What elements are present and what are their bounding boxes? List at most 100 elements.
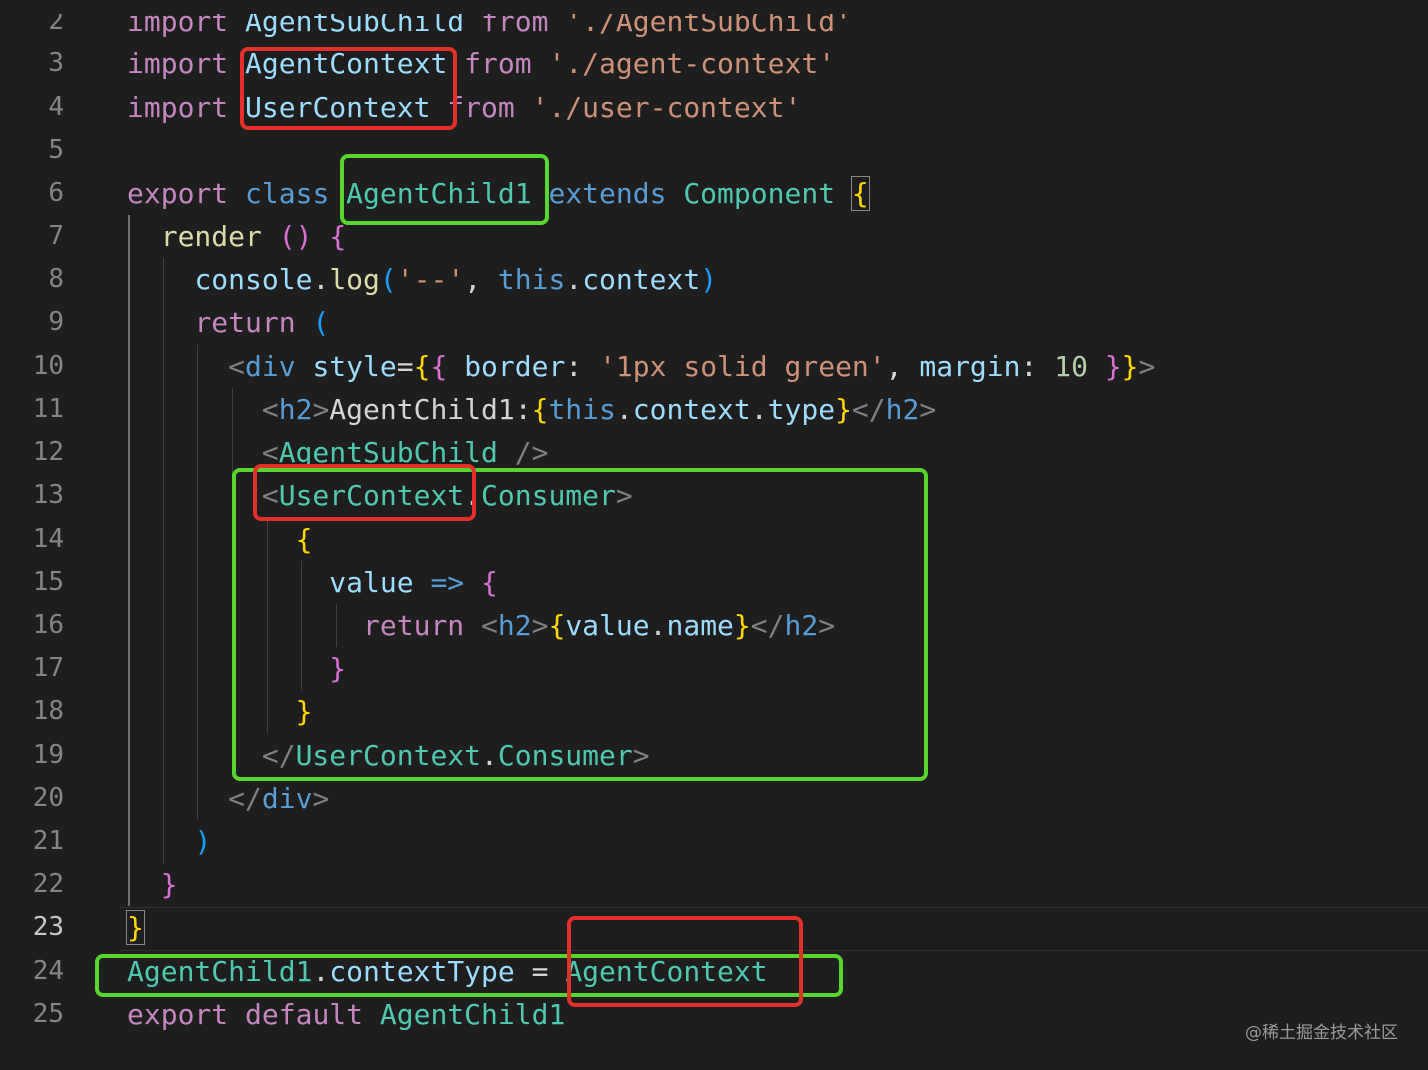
- code-token: border: [464, 350, 566, 383]
- top-bar: [0, 0, 1428, 14]
- code-line: return (: [127, 301, 329, 344]
- code-token: .: [750, 393, 768, 426]
- code-token: 10: [1054, 350, 1088, 383]
- code-line: export default AgentChild1: [127, 993, 565, 1036]
- code-token: <: [228, 350, 246, 383]
- code-token: Component: [683, 177, 836, 210]
- code-line: }: [127, 863, 178, 906]
- code-token: {: [430, 350, 448, 383]
- code-line: </div>: [127, 777, 329, 820]
- line-number: 8: [48, 264, 64, 294]
- code-token: :: [1020, 350, 1055, 383]
- code-token: .: [312, 263, 330, 296]
- code-token: (): [278, 220, 313, 253]
- code-token: </: [228, 782, 262, 815]
- code-line: import AgentContext from './agent-contex…: [127, 42, 835, 85]
- red-highlight-box: [567, 916, 803, 1007]
- line-number: 13: [32, 480, 64, 510]
- code-token: export: [127, 998, 246, 1031]
- code-line: <div style={{ border: '1px solid green',…: [127, 345, 1155, 388]
- code-token: type: [767, 393, 836, 426]
- line-number: 15: [32, 567, 64, 597]
- code-token: }: [1104, 350, 1122, 383]
- code-token: =: [396, 350, 414, 383]
- line-number: 12: [32, 437, 64, 467]
- code-token: return: [194, 306, 296, 339]
- code-token: from: [447, 47, 549, 80]
- code-token: style: [312, 350, 397, 383]
- red-highlight-box: [240, 47, 457, 130]
- code-token: context: [632, 393, 751, 426]
- line-number: 14: [32, 524, 64, 554]
- code-token: :: [565, 350, 600, 383]
- code-token: console: [194, 263, 313, 296]
- code-token: .: [565, 263, 583, 296]
- code-line: render () {: [127, 215, 346, 258]
- line-number: 23: [32, 912, 64, 942]
- code-token: h2: [278, 393, 313, 426]
- code-token: AgentChild1: [379, 998, 566, 1031]
- code-token: render: [160, 220, 262, 253]
- line-number: 3: [48, 48, 64, 78]
- line-number: 24: [32, 956, 64, 986]
- code-token: this: [548, 393, 616, 426]
- code-token: extends: [531, 177, 684, 210]
- code-token: }: [160, 868, 178, 901]
- line-number: 19: [32, 740, 64, 770]
- line-number: 17: [32, 653, 64, 683]
- line-number: 22: [32, 869, 64, 899]
- line-number: 20: [32, 783, 64, 813]
- code-token: '1px solid green': [599, 350, 886, 383]
- code-token: }: [835, 393, 852, 426]
- code-token: >: [312, 782, 330, 815]
- code-line: ): [127, 820, 211, 863]
- code-token: export: [127, 177, 246, 210]
- code-token: {: [850, 176, 870, 211]
- code-token: default: [245, 998, 380, 1031]
- line-number: 7: [48, 221, 64, 251]
- code-token: {: [531, 393, 549, 426]
- code-token: div: [245, 350, 296, 383]
- line-number: 16: [32, 610, 64, 640]
- line-number: 10: [32, 351, 64, 381]
- code-token: div: [261, 782, 313, 815]
- line-number: 4: [48, 92, 64, 122]
- code-line: import UserContext from './user-context': [127, 86, 801, 129]
- code-token: >: [312, 393, 330, 426]
- code-token: import: [127, 47, 246, 80]
- line-number: 9: [48, 307, 64, 337]
- code-token: {: [329, 220, 347, 253]
- code-editor[interactable]: 2 3 4 5 6 7 8 9 10 11 12 13 14 15 16 17 18 19 20 21 22 23 24 25…: [0, 0, 1428, 1070]
- line-number: 25: [32, 999, 64, 1029]
- code-token: AgentChild1:: [329, 393, 532, 426]
- code-token: (: [379, 263, 397, 296]
- code-line: <h2>AgentChild1:{this.context.type}</h2>: [127, 388, 936, 431]
- red-highlight-box: [253, 464, 476, 521]
- code-token: {: [413, 350, 431, 383]
- code-token: import: [127, 91, 246, 124]
- code-token: log: [329, 263, 380, 296]
- line-number: 11: [32, 394, 64, 424]
- code-token: './agent-context': [548, 47, 836, 80]
- code-token: />: [497, 436, 549, 469]
- code-token: <: [261, 393, 279, 426]
- code-token: this: [497, 263, 566, 296]
- line-number: 18: [32, 696, 64, 726]
- watermark: @稀土掘金技术社区: [1245, 1023, 1398, 1043]
- code-token: >: [919, 393, 937, 426]
